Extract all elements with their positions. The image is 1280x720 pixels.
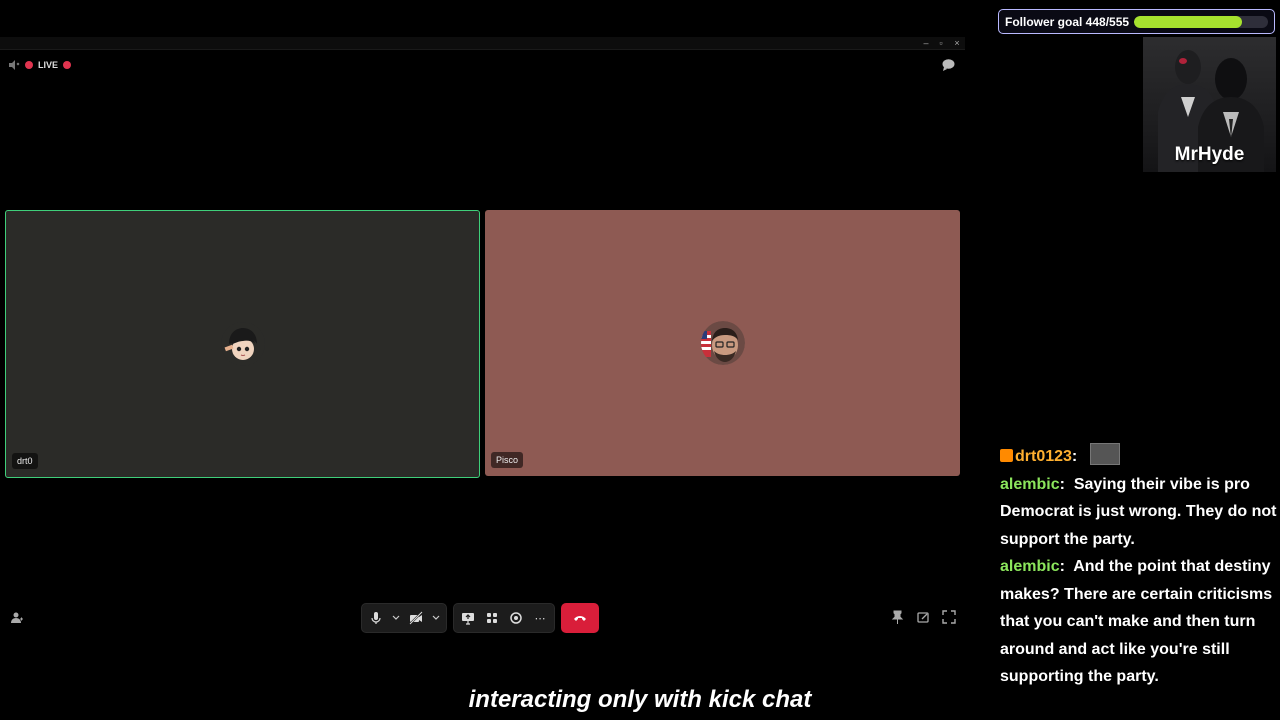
- participants-icon[interactable]: [10, 611, 24, 625]
- live-dot-icon: [25, 61, 33, 69]
- screen-share-icon[interactable]: [460, 610, 476, 626]
- live-label: LIVE: [38, 60, 59, 70]
- participant-name-tag: drt0: [12, 453, 38, 469]
- pin-icon[interactable]: [891, 610, 904, 624]
- webcam-overlay: MrHyde: [1143, 37, 1276, 172]
- participant-tile-pisco[interactable]: Pisco: [485, 210, 960, 476]
- call-toolbar: ⋯: [361, 603, 599, 633]
- camera-off-icon[interactable]: [408, 610, 424, 626]
- hang-up-icon: [574, 616, 586, 621]
- call-window: – ▫ × LIVE drt0 Pisco ⋯: [0, 37, 965, 637]
- window-titlebar: – ▫ ×: [0, 37, 965, 50]
- chevron-down-icon[interactable]: [392, 614, 400, 622]
- media-controls: [361, 603, 447, 633]
- chat-username: drt0123: [1015, 448, 1072, 465]
- follower-goal-track: [1134, 15, 1268, 28]
- chat-separator: :: [1059, 475, 1065, 493]
- chat-image-attachment: [1089, 443, 1120, 465]
- participant-tile-drt0[interactable]: drt0: [5, 210, 480, 478]
- close-icon[interactable]: ×: [952, 38, 962, 48]
- action-controls: ⋯: [453, 603, 555, 633]
- speaker-icon[interactable]: [8, 59, 20, 71]
- apps-grid-icon[interactable]: [484, 610, 500, 626]
- follower-goal-progress: [1134, 15, 1243, 28]
- chat-username: alembic: [1000, 558, 1060, 575]
- chat-separator: :: [1071, 448, 1078, 465]
- soundboard-icon[interactable]: [508, 610, 524, 626]
- fullscreen-icon[interactable]: [942, 610, 956, 624]
- follower-goal-widget: Follower goal 448/555: [998, 9, 1275, 34]
- maximize-icon[interactable]: ▫: [936, 38, 946, 48]
- chat-message: alembic: And the point that destiny make…: [1000, 553, 1278, 691]
- microphone-icon[interactable]: [368, 610, 384, 626]
- chat-text: And the point that destiny makes? There …: [1000, 558, 1273, 685]
- more-options-icon[interactable]: ⋯: [532, 610, 548, 626]
- follower-goal-label: Follower goal 448/555: [1005, 14, 1130, 29]
- chat-username: alembic: [1000, 475, 1060, 493]
- end-call-button[interactable]: [561, 603, 599, 633]
- chat-bubble-icon[interactable]: [942, 59, 955, 71]
- live-indicator: LIVE: [8, 58, 72, 72]
- avatar: [220, 322, 265, 366]
- avatar: [700, 321, 745, 365]
- minimize-icon[interactable]: –: [921, 38, 931, 48]
- participant-name-tag: Pisco: [491, 452, 524, 468]
- chat-separator: :: [1059, 558, 1065, 575]
- chat-message: drt0123:: [1000, 443, 1278, 471]
- chevron-down-icon[interactable]: [432, 614, 440, 622]
- chat-message: alembic: Saying their vibe is pro Democr…: [1000, 471, 1278, 554]
- chat-overlay: drt0123: alembic: Saying their vibe is p…: [1000, 443, 1278, 691]
- microphone-badge-icon: [1000, 449, 1013, 462]
- pop-out-icon[interactable]: [916, 610, 930, 624]
- webcam-name-label: MrHyde: [1174, 144, 1245, 165]
- recording-dot-icon: [63, 61, 72, 69]
